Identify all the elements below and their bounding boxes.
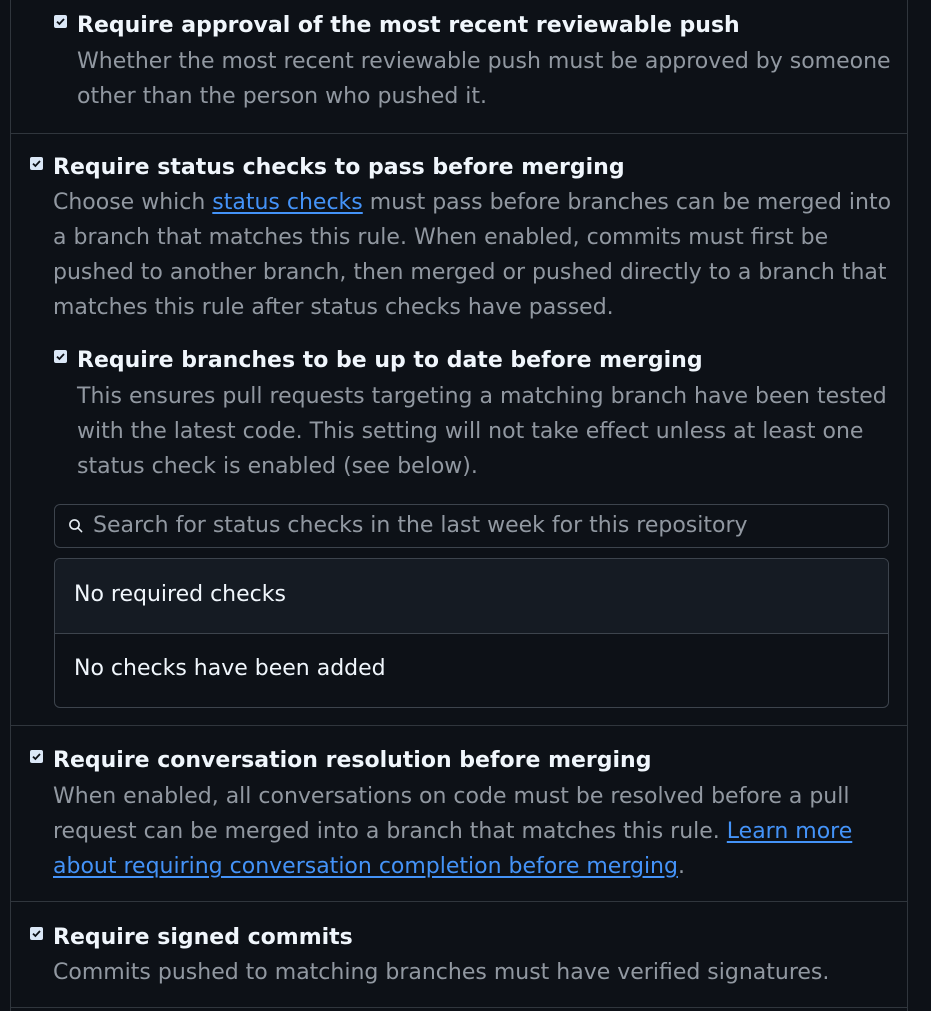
status-checks-link[interactable]: status checks (212, 190, 362, 215)
checkmark-icon (56, 18, 65, 26)
section-divider (11, 901, 907, 902)
description-text: must pass before branches can be merged … (362, 190, 892, 215)
checkmark-icon (32, 160, 41, 168)
search-placeholder: Search for status checks in the last wee… (93, 513, 748, 538)
description-line: about requiring conversation completion … (53, 849, 852, 884)
status-checks-search-input[interactable]: Search for status checks in the last wee… (54, 504, 889, 548)
description-text: request can be merged into a branch that… (53, 819, 727, 844)
description-line: Choose which status checks must pass bef… (53, 185, 891, 220)
description-line: pushed to another branch, then merged or… (53, 260, 887, 285)
signed-commits-description: Commits pushed to matching branches must… (53, 955, 829, 990)
up-to-date-description: This ensures pull requests targeting a m… (77, 379, 887, 484)
description-text: Choose which (53, 190, 213, 215)
status-checks-description: Choose which status checks must pass bef… (53, 185, 891, 325)
status-checks-title[interactable]: Require status checks to pass before mer… (53, 154, 625, 182)
learn-more-link-continued[interactable]: about requiring conversation completion … (53, 854, 678, 879)
description-line: with the latest code. This setting will … (77, 419, 864, 444)
section-divider (11, 725, 907, 726)
checkmark-icon (32, 930, 41, 938)
checkmark-icon (56, 353, 65, 361)
up-to-date-title[interactable]: Require branches to be up to date before… (77, 347, 703, 375)
description-text: . (677, 854, 685, 879)
conversation-resolution-description: When enabled, all conversations on code … (53, 779, 852, 884)
checkmark-icon (32, 753, 41, 761)
signed-commits-checkbox[interactable] (30, 927, 43, 940)
required-checks-header-text: No required checks (74, 582, 286, 607)
signed-commits-title[interactable]: Require signed commits (53, 924, 353, 952)
description-line: Commits pushed to matching branches must… (53, 960, 830, 985)
description-line: status check is enabled (see below). (77, 454, 478, 479)
required-checks-list: No required checks No checks have been a… (54, 558, 889, 708)
push-approval-title[interactable]: Require approval of the most recent revi… (77, 12, 740, 40)
learn-more-link[interactable]: Learn more (727, 819, 852, 844)
description-line: matches this rule after status checks ha… (53, 295, 614, 320)
description-line: This ensures pull requests targeting a m… (77, 384, 887, 409)
branch-protection-settings-panel: Require approval of the most recent revi… (10, 0, 908, 1011)
section-divider (11, 133, 907, 134)
description-line: other than the person who pushed it. (77, 84, 488, 109)
up-to-date-checkbox[interactable] (54, 350, 67, 363)
empty-checks-message: No checks have been added (74, 656, 386, 681)
section-divider (11, 1007, 907, 1008)
required-checks-header: No required checks (55, 559, 888, 634)
description-line: When enabled, all conversations on code … (53, 784, 850, 809)
description-line: a branch that matches this rule. When en… (53, 225, 829, 250)
description-line: Whether the most recent reviewable push … (77, 49, 891, 74)
search-icon (68, 518, 84, 538)
push-approval-description: Whether the most recent reviewable push … (77, 44, 891, 114)
description-line: request can be merged into a branch that… (53, 814, 852, 849)
status-checks-checkbox[interactable] (30, 157, 43, 170)
push-approval-checkbox[interactable] (54, 15, 67, 28)
conversation-resolution-checkbox[interactable] (30, 750, 43, 763)
conversation-resolution-title[interactable]: Require conversation resolution before m… (53, 747, 651, 775)
